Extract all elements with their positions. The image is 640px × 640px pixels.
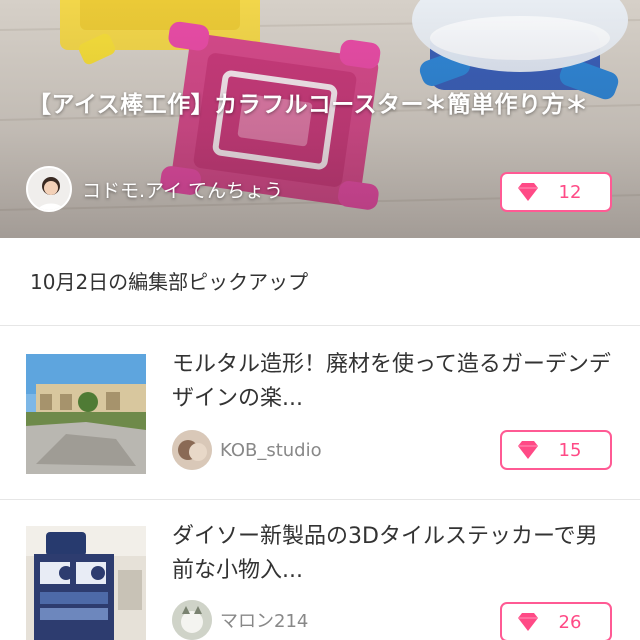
- like-count: 12: [558, 181, 582, 203]
- like-count: 26: [558, 611, 582, 633]
- item-thumbnail: [26, 526, 146, 640]
- heart-icon: [518, 613, 538, 631]
- item-title[interactable]: ダイソー新製品の3Dタイルステッカーで男前な小物入...: [172, 520, 612, 588]
- hero-author[interactable]: コドモ.アイ てんちょう: [26, 166, 283, 212]
- item-author-name: マロン214: [220, 611, 309, 632]
- item-title[interactable]: モルタル造形！廃材を使って造るガーデンデザインの楽...: [172, 348, 612, 416]
- heart-icon: [518, 183, 538, 201]
- item-author-name: KOB_studio: [220, 439, 322, 461]
- avatar: [172, 430, 212, 470]
- item-thumbnail: [26, 354, 146, 474]
- item-author[interactable]: マロン214: [172, 600, 308, 640]
- hero-card[interactable]: 【アイス棒工作】カラフルコースター＊簡単作り方＊ コドモ.アイ てんちょう 12: [0, 0, 640, 238]
- section-title: 10月2日の編集部ピックアップ: [30, 270, 309, 294]
- heart-icon: [518, 441, 538, 459]
- hero-title[interactable]: 【アイス棒工作】カラフルコースター＊簡単作り方＊: [28, 88, 618, 122]
- list-item[interactable]: モルタル造形！廃材を使って造るガーデンデザインの楽... KOB_studio …: [0, 326, 640, 500]
- like-button[interactable]: 12: [500, 172, 612, 212]
- avatar: [26, 166, 72, 212]
- avatar: [172, 600, 212, 640]
- section-header: 10月2日の編集部ピックアップ: [0, 238, 640, 326]
- like-button[interactable]: 15: [500, 430, 612, 470]
- hero-author-name: コドモ.アイ てんちょう: [82, 179, 284, 202]
- like-button[interactable]: 26: [500, 602, 612, 640]
- item-author[interactable]: KOB_studio: [172, 430, 322, 470]
- list-item[interactable]: ダイソー新製品の3Dタイルステッカーで男前な小物入... マロン214 26: [0, 500, 640, 640]
- like-count: 15: [558, 439, 582, 461]
